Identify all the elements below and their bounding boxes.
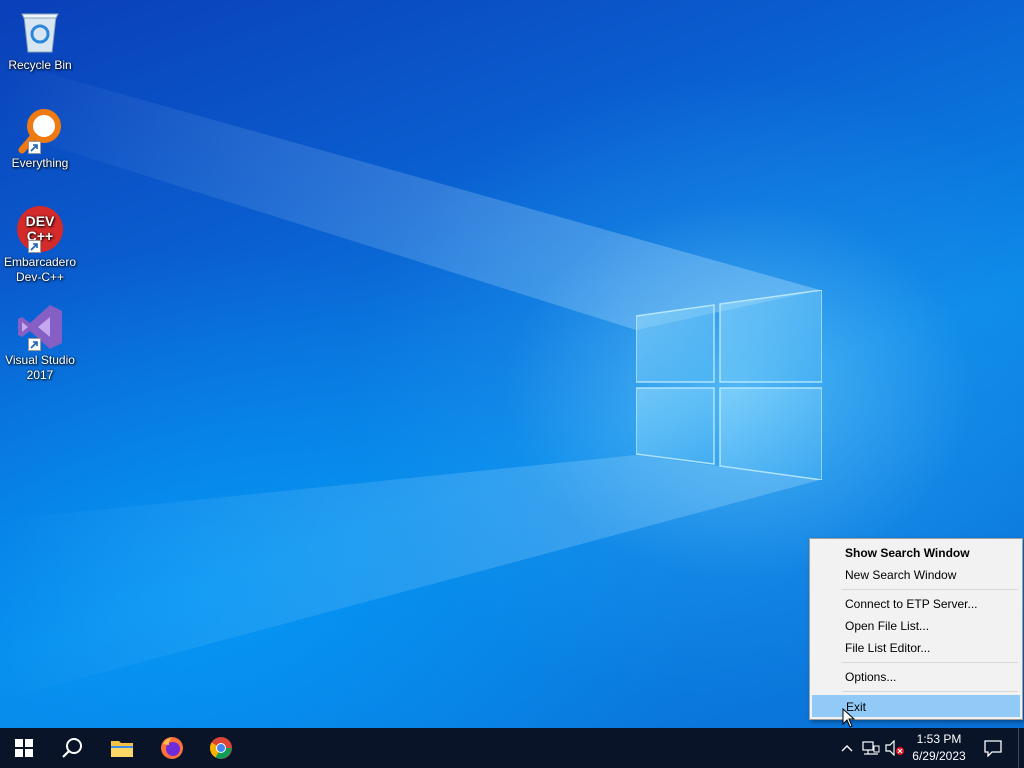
taskbar-file-explorer[interactable] [98, 728, 146, 768]
desktop-icon-label: Recycle Bin [8, 58, 72, 72]
menu-separator [842, 691, 1018, 692]
clock-time: 1:53 PM [916, 732, 962, 746]
menu-item-connect-etp-server[interactable]: Connect to ETP Server... [812, 593, 1020, 615]
search-icon [62, 738, 82, 758]
windows-start-icon [15, 739, 33, 757]
mouse-cursor-icon [842, 708, 856, 728]
notification-icon [984, 740, 1002, 757]
recycle-bin-icon [16, 8, 64, 56]
desktop-icon-everything[interactable]: Everything [2, 106, 78, 171]
taskbar: 1:53 PM 6/29/2023 [0, 728, 1024, 768]
tray-volume[interactable] [884, 728, 906, 768]
taskbar-chrome[interactable] [197, 728, 245, 768]
network-icon [862, 741, 880, 755]
shortcut-arrow-icon [28, 240, 41, 253]
desktop-icon-devcpp[interactable]: DEV C++ Embarcadero Dev-C++ [2, 205, 78, 285]
desktop-icon-recycle-bin[interactable]: Recycle Bin [2, 8, 78, 73]
visual-studio-icon [16, 303, 64, 351]
desktop-icon-label: Visual Studio 2017 [5, 353, 75, 382]
taskbar-search-button[interactable] [48, 728, 96, 768]
everything-magnifier-icon [16, 106, 64, 154]
desktop-icon-label: Everything [11, 156, 69, 170]
shortcut-arrow-icon [28, 141, 41, 154]
firefox-icon [161, 737, 183, 759]
menu-separator [842, 662, 1018, 663]
menu-item-show-search-window[interactable]: Show Search Window [812, 542, 1020, 564]
menu-item-open-file-list[interactable]: Open File List... [812, 615, 1020, 637]
menu-item-new-search-window[interactable]: New Search Window [812, 564, 1020, 586]
desktop-icon-visual-studio[interactable]: Visual Studio 2017 [2, 303, 78, 383]
menu-item-options[interactable]: Options... [812, 666, 1020, 688]
desktop-icon-label: Embarcadero Dev-C++ [3, 255, 77, 284]
taskbar-clock[interactable]: 1:53 PM 6/29/2023 [905, 731, 973, 765]
chrome-icon [210, 737, 232, 759]
action-center-button[interactable] [978, 728, 1008, 768]
file-explorer-icon [111, 741, 133, 757]
everything-tray-context-menu: Show Search Window New Search Window Con… [809, 538, 1023, 720]
start-button[interactable] [0, 728, 48, 768]
devcpp-icon: DEV C++ [16, 205, 64, 253]
taskbar-firefox[interactable] [148, 728, 196, 768]
tray-network[interactable] [860, 728, 882, 768]
volume-muted-icon [885, 740, 904, 756]
windows-logo-wallpaper [636, 290, 822, 480]
menu-separator [842, 589, 1018, 590]
clock-date: 6/29/2023 [912, 749, 966, 763]
devcpp-badge-top: DEV [26, 213, 55, 229]
menu-item-file-list-editor[interactable]: File List Editor... [812, 637, 1020, 659]
tray-show-hidden-icons[interactable] [838, 728, 856, 768]
shortcut-arrow-icon [28, 338, 41, 351]
show-desktop-button[interactable] [1018, 728, 1024, 768]
chevron-up-icon [841, 745, 853, 752]
